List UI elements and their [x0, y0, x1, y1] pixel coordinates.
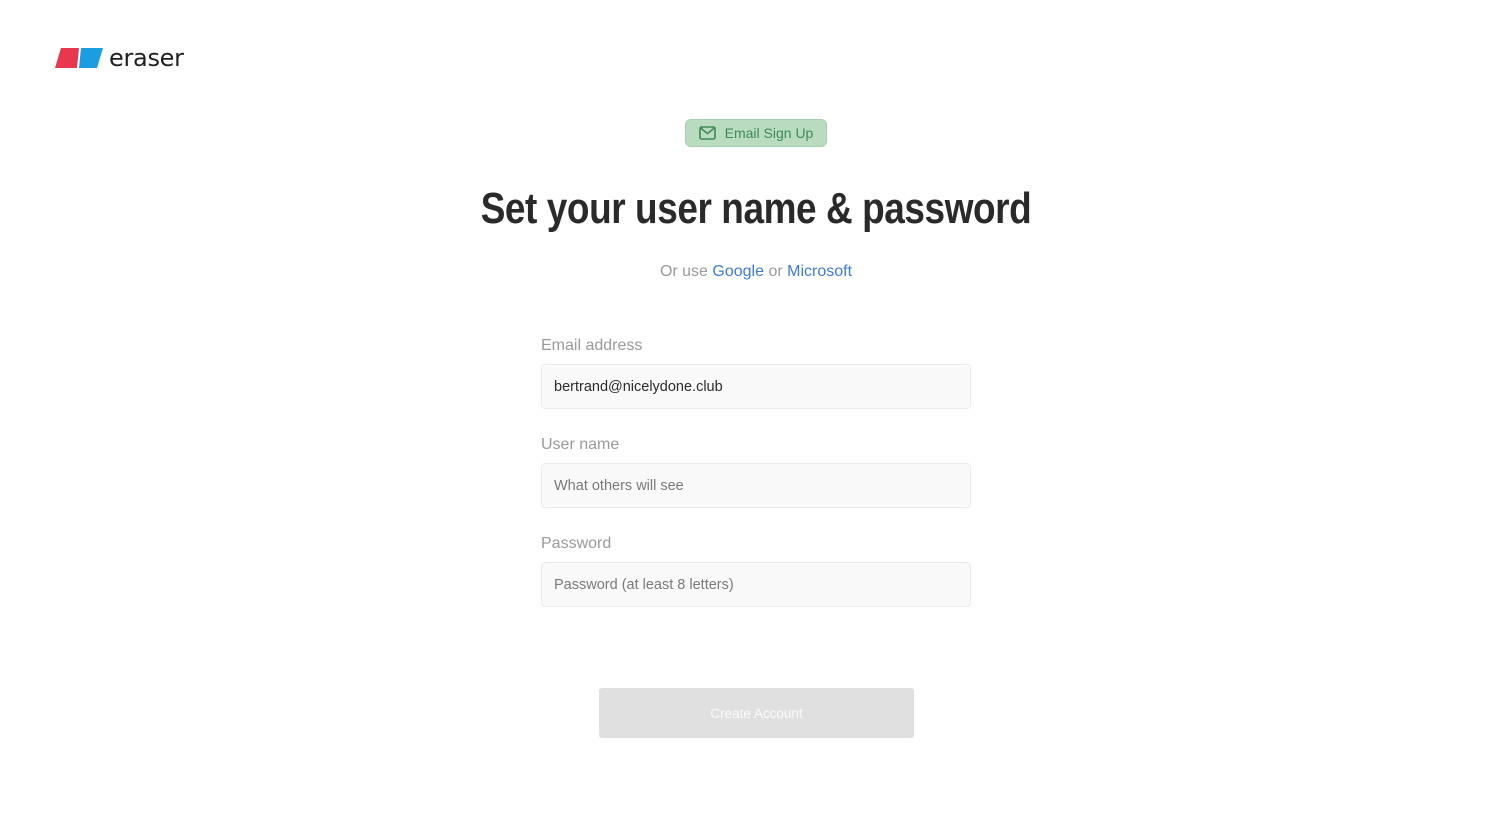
- password-field[interactable]: [541, 562, 971, 607]
- username-field[interactable]: [541, 463, 971, 508]
- eraser-logo[interactable]: eraser: [55, 45, 184, 71]
- email-field[interactable]: [541, 364, 971, 409]
- alt-separator: or: [768, 263, 783, 280]
- password-label: Password: [541, 535, 612, 552]
- page-title: Set your user name & password: [480, 184, 1032, 233]
- username-label: User name: [541, 436, 620, 453]
- alt-signin-row: Or use Google or Microsoft: [0, 263, 1512, 281]
- google-link[interactable]: Google: [712, 263, 764, 280]
- badge-label: Email Sign Up: [724, 125, 814, 141]
- email-signup-badge: Email Sign Up: [685, 119, 827, 147]
- mail-icon: [698, 126, 716, 140]
- signup-page: eraser Email Sign Up Set your user name …: [0, 0, 1512, 814]
- alt-prefix: Or use: [659, 263, 708, 280]
- eraser-logo-icon: [55, 48, 103, 68]
- microsoft-link[interactable]: Microsoft: [787, 263, 852, 280]
- email-label: Email address: [541, 337, 643, 354]
- brand-name: eraser: [109, 44, 184, 72]
- create-account-button[interactable]: Create Account: [599, 688, 914, 738]
